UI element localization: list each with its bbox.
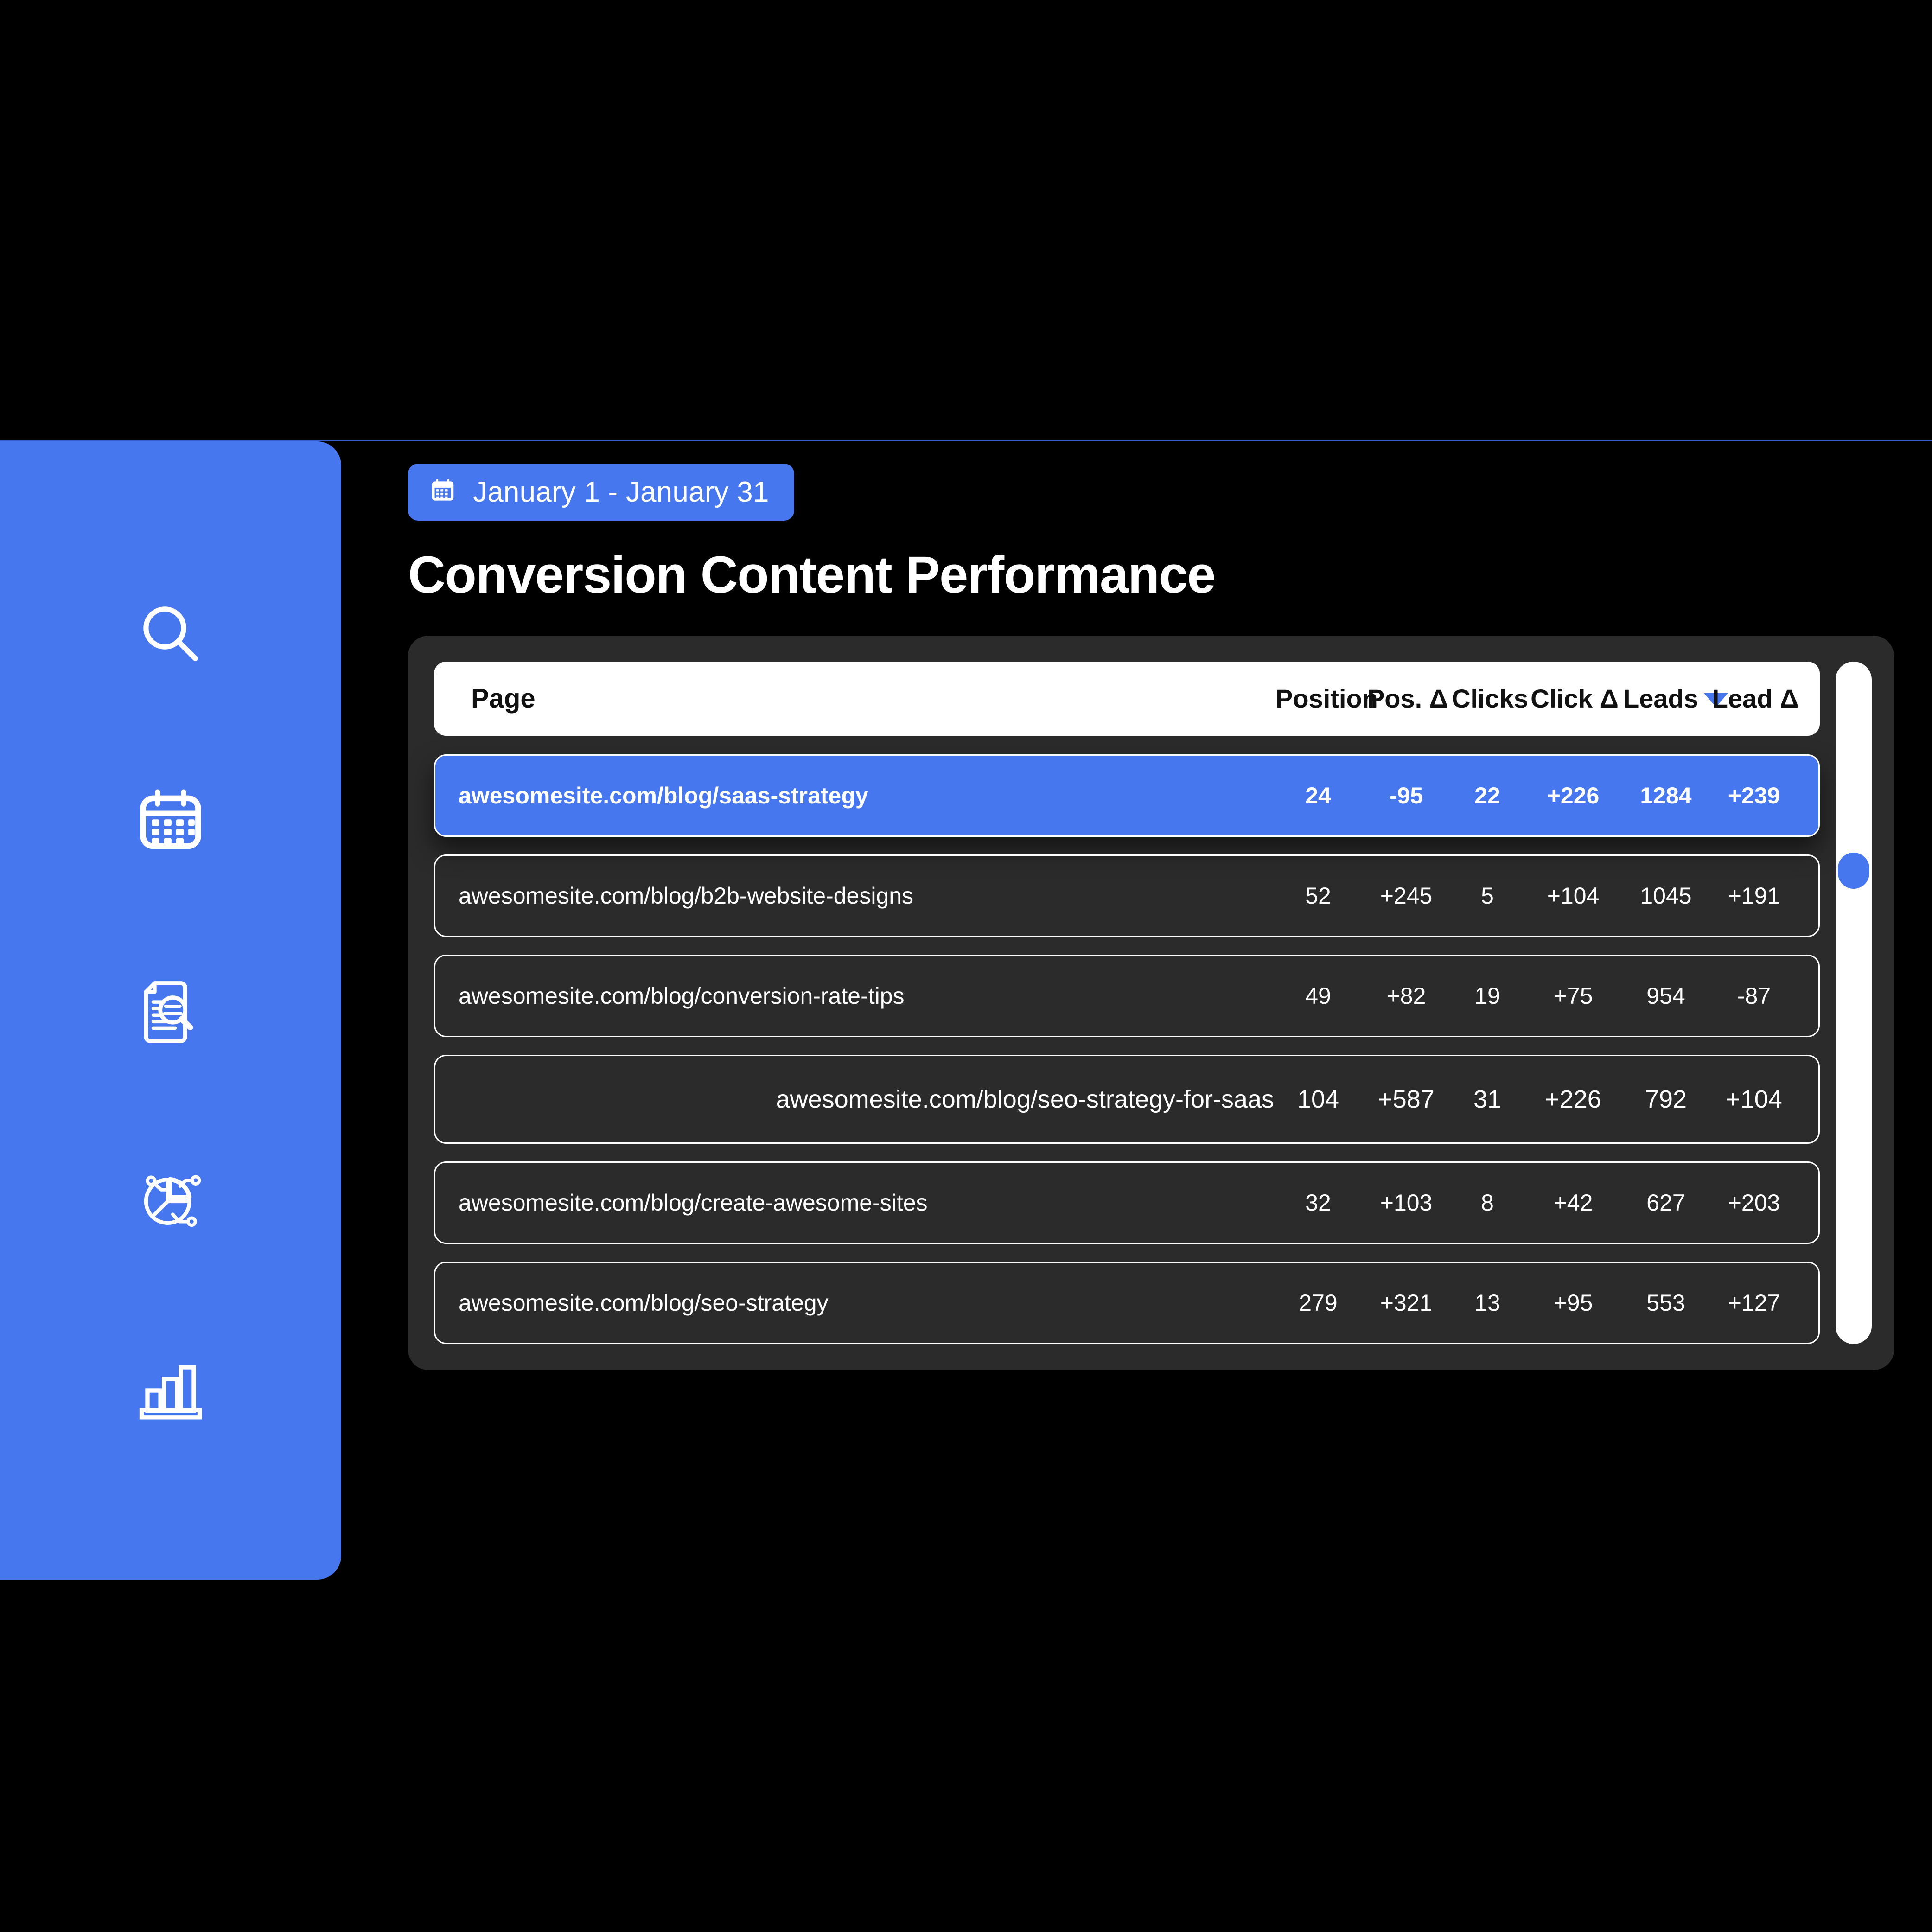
cell-position: 24 [1305, 782, 1331, 809]
cell-leads: 954 [1646, 982, 1685, 1009]
page-title: Conversion Content Performance [408, 546, 1216, 604]
cell-page: awesomesite.com/blog/b2b-website-designs [459, 882, 914, 909]
table-row[interactable]: awesomesite.com/blog/b2b-website-designs… [434, 854, 1820, 937]
table-row[interactable]: awesomesite.com/blog/seo-strategy-for-sa… [434, 1054, 1820, 1144]
sidebar-item-reports[interactable] [113, 954, 229, 1070]
cell-page: awesomesite.com/blog/seo-strategy [459, 1289, 829, 1316]
document-search-icon [136, 977, 205, 1047]
cell-click-delta: +226 [1547, 782, 1600, 809]
search-icon [136, 599, 205, 669]
cell-pos-delta: +245 [1380, 882, 1433, 909]
column-header-leads[interactable]: Leads [1623, 683, 1728, 714]
cell-clicks: 31 [1473, 1085, 1502, 1113]
cell-click-delta: +226 [1545, 1085, 1601, 1113]
cell-pos-delta: +321 [1380, 1289, 1433, 1316]
column-header-leads-label: Leads [1623, 684, 1698, 714]
cell-leads: 1045 [1640, 882, 1692, 909]
table-row[interactable]: awesomesite.com/blog/create-awesome-site… [434, 1161, 1820, 1244]
table-header-row: Page Position Pos. Δ Clicks Click Δ Lead… [434, 661, 1820, 736]
cell-clicks: 8 [1481, 1189, 1494, 1216]
column-header-click-delta[interactable]: Click Δ [1526, 683, 1623, 714]
cell-lead-delta: +127 [1728, 1289, 1780, 1316]
table-row[interactable]: awesomesite.com/blog/seo-strategy 279 +3… [434, 1261, 1820, 1344]
cell-pos-delta: +82 [1386, 982, 1426, 1009]
sidebar-item-calendar[interactable] [113, 765, 229, 881]
column-header-page[interactable]: Page [471, 683, 1275, 714]
cell-lead-delta: +239 [1728, 782, 1780, 809]
cell-position: 104 [1297, 1085, 1339, 1113]
cell-lead-delta: +104 [1726, 1085, 1782, 1113]
cell-position: 279 [1299, 1289, 1338, 1316]
table-body: Page Position Pos. Δ Clicks Click Δ Lead… [434, 661, 1820, 1344]
cell-page: awesomesite.com/blog/seo-strategy-for-sa… [776, 1085, 1274, 1113]
cell-click-delta: +104 [1547, 882, 1600, 909]
cell-page: awesomesite.com/blog/create-awesome-site… [459, 1189, 928, 1216]
cell-clicks: 5 [1481, 882, 1494, 909]
sidebar [0, 441, 341, 1580]
date-range-picker[interactable]: January 1 - January 31 [408, 464, 794, 521]
pie-chart-icon [136, 1167, 205, 1236]
sidebar-item-search[interactable] [113, 576, 229, 692]
cell-pos-delta: +587 [1378, 1085, 1435, 1113]
column-header-lead-delta[interactable]: Lead Δ [1711, 683, 1799, 714]
bar-chart-icon [136, 1356, 205, 1425]
cell-click-delta: +75 [1553, 982, 1593, 1009]
main-content: January 1 - January 31 Conversion Conten… [408, 464, 1896, 1370]
sidebar-item-analytics[interactable] [113, 1143, 229, 1259]
cell-leads: 627 [1646, 1189, 1685, 1216]
column-header-position[interactable]: Position [1275, 683, 1378, 714]
cell-clicks: 19 [1474, 982, 1500, 1009]
cell-leads: 1284 [1640, 782, 1692, 809]
cell-lead-delta: +203 [1728, 1189, 1780, 1216]
table-rows: awesomesite.com/blog/saas-strategy 24 -9… [434, 754, 1820, 1344]
scrollbar-thumb[interactable] [1838, 852, 1869, 889]
cell-click-delta: +42 [1553, 1189, 1593, 1216]
cell-click-delta: +95 [1553, 1289, 1593, 1316]
column-header-pos-delta[interactable]: Pos. Δ [1364, 683, 1452, 714]
vertical-scrollbar[interactable] [1836, 661, 1872, 1344]
cell-clicks: 13 [1474, 1289, 1500, 1316]
cell-pos-delta: +103 [1380, 1189, 1433, 1216]
cell-leads: 553 [1646, 1289, 1685, 1316]
performance-table-card: Page Position Pos. Δ Clicks Click Δ Lead… [408, 635, 1894, 1370]
cell-clicks: 22 [1474, 782, 1500, 809]
calendar-icon [136, 788, 205, 858]
column-header-clicks[interactable]: Clicks [1452, 683, 1528, 714]
cell-leads: 792 [1645, 1085, 1687, 1113]
cell-position: 52 [1305, 882, 1331, 909]
cell-position: 49 [1305, 982, 1331, 1009]
cell-pos-delta: -95 [1389, 782, 1423, 809]
cell-lead-delta: +191 [1728, 882, 1780, 909]
sidebar-item-performance[interactable] [113, 1333, 229, 1448]
calendar-icon [428, 477, 457, 508]
cell-page: awesomesite.com/blog/conversion-rate-tip… [459, 982, 905, 1009]
table-row[interactable]: awesomesite.com/blog/saas-strategy 24 -9… [434, 754, 1820, 837]
date-range-label: January 1 - January 31 [473, 476, 769, 508]
cell-lead-delta: -87 [1737, 982, 1771, 1009]
cell-page: awesomesite.com/blog/saas-strategy [459, 782, 868, 809]
cell-position: 32 [1305, 1189, 1331, 1216]
table-row[interactable]: awesomesite.com/blog/conversion-rate-tip… [434, 954, 1820, 1037]
